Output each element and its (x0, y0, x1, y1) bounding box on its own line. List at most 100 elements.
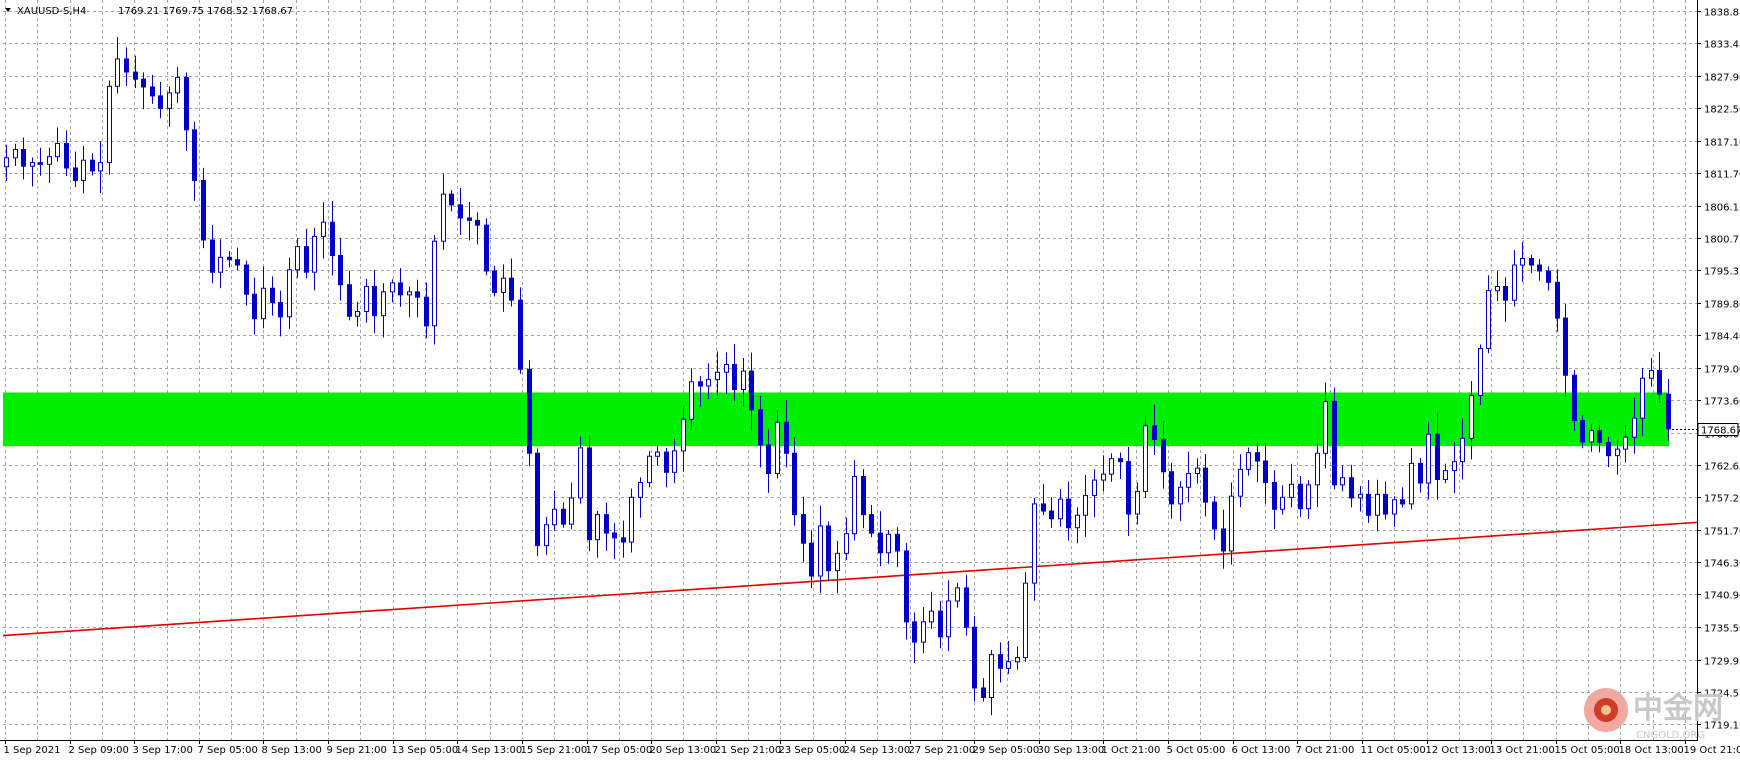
time-tick-label: 11 Oct 05:00 (1361, 745, 1426, 756)
candle-bearish (1255, 452, 1260, 462)
candle-bearish (1666, 393, 1671, 430)
candle-bearish (1161, 439, 1166, 473)
candle-bearish (1041, 503, 1046, 512)
time-tick-label: 21 Sep 21:00 (715, 745, 782, 756)
candle-bullish (946, 600, 951, 638)
candle-bearish (1126, 461, 1131, 515)
candle-bullish (13, 148, 18, 159)
candle-bearish (861, 476, 866, 516)
candle-bullish (1460, 437, 1465, 463)
candle-bearish (1152, 425, 1157, 441)
candle-bullish (175, 76, 180, 94)
price-chart[interactable]: 1838.85 1833.45 1827.90 1822.50 1817.10 1811.… (0, 0, 1740, 761)
candle-bullish (321, 221, 326, 237)
candle-bullish (886, 533, 891, 554)
candle-bearish (244, 264, 249, 295)
time-tick-label: 5 Oct 05:00 (1167, 745, 1226, 756)
candle-bullish (1615, 448, 1620, 457)
candle-bullish (1195, 467, 1200, 475)
candle-bullish (552, 508, 557, 526)
candle-bullish (629, 496, 634, 543)
support-zone[interactable] (3, 392, 1669, 447)
price-tick-label: 1800.75 (1704, 235, 1740, 246)
candle-bearish (458, 204, 463, 219)
price-tick-label: 1806.15 (1704, 203, 1740, 214)
candle-bearish (1203, 467, 1208, 503)
candle-bearish (1049, 510, 1054, 520)
candle-bearish (749, 370, 754, 411)
candle-bearish (21, 148, 26, 167)
time-tick-label: 12 Oct 13:00 (1426, 745, 1491, 756)
candle-bullish (107, 85, 112, 164)
candle-bearish (1383, 493, 1388, 515)
candle-bullish (595, 514, 600, 541)
time-tick-label: 8 Sep 13:00 (262, 745, 322, 756)
candle-bearish (784, 421, 789, 454)
candle-bearish (895, 533, 900, 552)
candle-bearish (1272, 481, 1277, 510)
candle-bullish (1246, 452, 1251, 470)
candle-bearish (1332, 400, 1337, 486)
candle-bullish (501, 277, 506, 293)
price-tick-label: 1762.65 (1704, 462, 1740, 473)
price-tick-label: 1729.95 (1704, 657, 1740, 668)
price-tick-label: 1751.70 (1704, 527, 1740, 538)
candle-bullish (1323, 400, 1328, 454)
time-tick-label: 17 Sep 05:00 (586, 745, 653, 756)
candle-bullish (1109, 458, 1114, 475)
candle-bullish (1409, 462, 1414, 505)
candle-bearish (347, 284, 352, 317)
candle-bearish (826, 525, 831, 572)
candle-bullish (355, 311, 360, 317)
candle-bearish (912, 621, 917, 643)
candle-bearish (492, 270, 497, 293)
candle-bullish (706, 378, 711, 387)
price-tick-label: 1740.90 (1704, 591, 1740, 602)
candle-bearish (73, 167, 78, 181)
candle-bearish (732, 364, 737, 391)
candle-bearish (270, 287, 275, 304)
candle-bearish (698, 381, 703, 387)
candle-bullish (1632, 417, 1637, 438)
candle-bullish (1452, 461, 1457, 472)
candle-bullish (844, 533, 849, 554)
candle-bullish (569, 497, 574, 525)
candle-bearish (518, 299, 523, 370)
candle-bullish (381, 291, 386, 317)
candle-bullish (1623, 436, 1628, 450)
candle-bullish (1640, 377, 1645, 419)
time-tick-label: 19 Oct 21:00 (1684, 745, 1740, 756)
candle-bullish (1375, 493, 1380, 516)
candle-bullish (1443, 470, 1448, 480)
price-tick-label: 1757.25 (1704, 494, 1740, 505)
candle-bearish (938, 610, 943, 638)
candle-bullish (715, 371, 720, 380)
time-tick-label: 6 Oct 13:00 (1232, 745, 1291, 756)
candle-bearish (1298, 483, 1303, 510)
candle-bullish (647, 455, 652, 483)
candle-bearish (561, 508, 566, 525)
candle-bullish (655, 451, 660, 457)
candle-bullish (1006, 661, 1011, 669)
candle-bearish (998, 654, 1003, 669)
candle-bearish (1349, 477, 1354, 499)
candle-bullish (1589, 430, 1594, 443)
time-tick-label: 13 Oct 21:00 (1490, 745, 1555, 756)
candle-bullish (835, 552, 840, 572)
price-tick-label: 1811.70 (1704, 170, 1740, 181)
candle-bearish (235, 259, 240, 266)
candle-bullish (1238, 468, 1243, 497)
candle-bearish (278, 302, 283, 318)
candle-bullish (115, 58, 120, 87)
candle-bullish (1289, 483, 1294, 498)
candle-bullish (1058, 498, 1063, 520)
candle-bearish (1169, 471, 1174, 505)
candle-bullish (1520, 257, 1525, 266)
candle-bearish (484, 224, 489, 272)
time-tick-label: 1 Sep 2021 (4, 745, 61, 756)
candle-bearish (766, 444, 771, 475)
candle-bearish (1503, 285, 1508, 301)
candle-bullish (1649, 369, 1654, 379)
candle-bullish (1092, 479, 1097, 497)
price-tick-label: 1779.00 (1704, 365, 1740, 376)
